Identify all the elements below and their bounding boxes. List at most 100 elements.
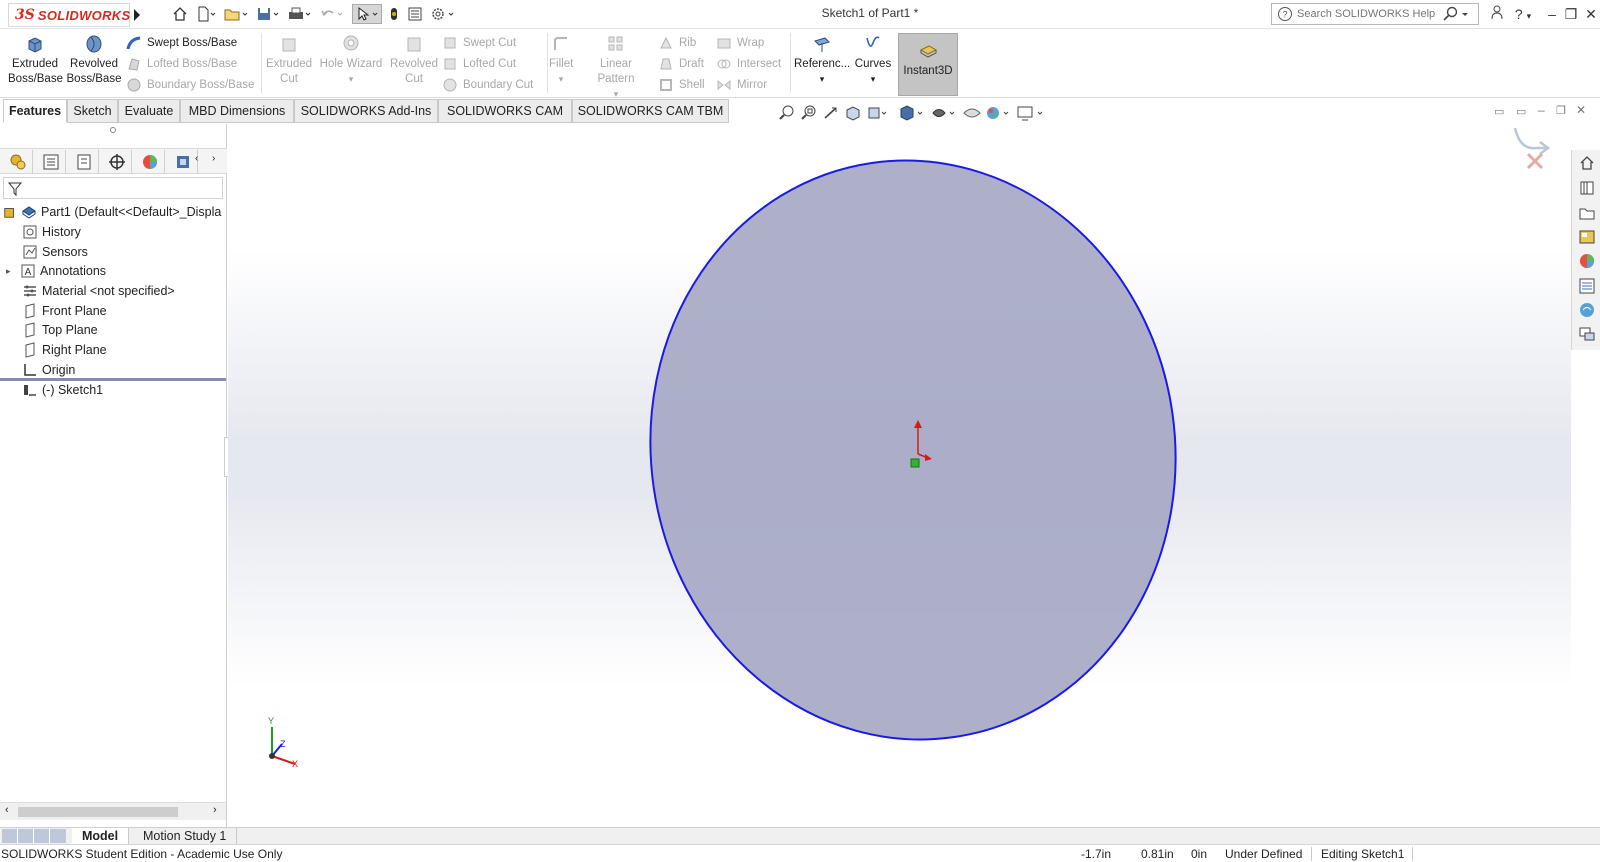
tabs-scroll-left-icon[interactable]: ‹: [195, 153, 198, 164]
tab-features[interactable]: Features: [3, 99, 67, 123]
tree-item-right-plane[interactable]: Right Plane: [22, 340, 107, 360]
intersect-button[interactable]: Intersect: [716, 55, 781, 73]
tree-item-history[interactable]: History: [22, 222, 81, 242]
options-gear-icon[interactable]: [428, 4, 458, 24]
viewport-close-icon[interactable]: ✕: [1576, 103, 1586, 117]
revolved-cut-button[interactable]: Revolved Cut: [388, 33, 440, 87]
appearances-icon[interactable]: [1578, 252, 1596, 270]
linear-pattern-button[interactable]: Linear Pattern ▾: [580, 33, 652, 102]
graphics-area[interactable]: Y X Z: [228, 124, 1571, 827]
exit-sketch-icon[interactable]: [1526, 152, 1544, 170]
restore-icon[interactable]: ❐: [1562, 4, 1580, 24]
search-dropdown-icon[interactable]: [1460, 6, 1470, 22]
tree-item-sketch1[interactable]: (-) Sketch1: [22, 380, 103, 400]
edit-appearance-icon[interactable]: [984, 104, 1012, 122]
new-document-icon[interactable]: [194, 4, 218, 24]
menu-expand-icon[interactable]: [132, 5, 142, 25]
reference-geometry-button[interactable]: Referenc... ▾: [794, 33, 850, 87]
lofted-cut-button[interactable]: Lofted Cut: [442, 55, 516, 73]
configuration-manager-tab-icon[interactable]: [69, 150, 99, 173]
scrollbar-thumb[interactable]: [18, 807, 178, 817]
confirmation-corner[interactable]: [1513, 127, 1551, 170]
tab-solidworks-cam-tbm[interactable]: SOLIDWORKS CAM TBM: [572, 99, 729, 123]
user-account-icon[interactable]: [1488, 4, 1506, 24]
display-manager-tab-icon[interactable]: [135, 150, 165, 173]
search-icon[interactable]: [1442, 6, 1460, 22]
revolved-boss-button[interactable]: Revolved Boss/Base: [66, 33, 122, 87]
view-settings-icon[interactable]: [1016, 104, 1048, 122]
viewport-restore-icon[interactable]: ❐: [1556, 104, 1566, 117]
tab-solidworks-add-ins[interactable]: SOLIDWORKS Add-Ins: [294, 99, 438, 123]
view-palette-icon[interactable]: [1578, 228, 1596, 246]
viewport-tile-right-icon[interactable]: ▭: [1516, 105, 1526, 118]
home-icon[interactable]: [170, 4, 190, 24]
solidworks-forum-icon[interactable]: [1578, 301, 1596, 319]
viewport-minimize-icon[interactable]: –: [1538, 103, 1545, 117]
extruded-boss-button[interactable]: Extruded Boss/Base: [8, 33, 63, 87]
display-style-icon[interactable]: [930, 104, 958, 122]
help-search-box[interactable]: ?: [1271, 3, 1479, 25]
save-icon[interactable]: [254, 4, 282, 24]
fillet-dropdown-icon[interactable]: ▾: [559, 74, 564, 84]
draft-button[interactable]: Draft: [658, 55, 704, 73]
custom-properties-icon[interactable]: [1578, 277, 1596, 295]
linear-pattern-dropdown-icon[interactable]: ▾: [614, 89, 619, 99]
tree-item-top-plane[interactable]: Top Plane: [22, 320, 98, 340]
select-icon[interactable]: [352, 4, 382, 24]
design-library-icon[interactable]: [1578, 179, 1596, 197]
lofted-boss-button[interactable]: Lofted Boss/Base: [126, 55, 237, 73]
next-tab-icon[interactable]: [34, 829, 50, 843]
rebuild-icon[interactable]: [386, 4, 402, 24]
dynamic-annotation-icon[interactable]: [866, 104, 888, 122]
tree-filter-box[interactable]: [3, 177, 223, 199]
instant3d-button[interactable]: Instant3D: [898, 33, 958, 96]
horizontal-scrollbar[interactable]: ‹ ›: [0, 802, 226, 820]
tab-motion-study-1[interactable]: Motion Study 1: [133, 828, 238, 845]
property-manager-tab-icon[interactable]: [36, 150, 66, 173]
wrap-button[interactable]: Wrap: [716, 34, 764, 52]
view-orientation-icon[interactable]: [898, 104, 926, 122]
reference-dropdown-icon[interactable]: ▾: [820, 74, 825, 84]
file-properties-icon[interactable]: [405, 4, 425, 24]
tree-item-front-plane[interactable]: Front Plane: [22, 301, 107, 321]
boundary-cut-button[interactable]: Boundary Cut: [442, 76, 533, 94]
previous-tab-icon[interactable]: [18, 829, 34, 843]
panel-collapse-handle[interactable]: [110, 127, 116, 133]
open-document-icon[interactable]: [222, 4, 250, 24]
feature-manager-tab-icon[interactable]: [3, 150, 33, 173]
tab-solidworks-cam[interactable]: SOLIDWORKS CAM: [438, 99, 572, 123]
print-icon[interactable]: [286, 4, 314, 24]
solidworks-logo[interactable]: 3S SOLIDWORKS: [8, 3, 130, 27]
tree-item-part[interactable]: Part1 (Default<<Default>_Displa: [3, 202, 221, 222]
swept-cut-button[interactable]: Swept Cut: [442, 34, 516, 52]
tab-evaluate[interactable]: Evaluate: [118, 99, 180, 123]
boundary-boss-button[interactable]: Boundary Boss/Base: [126, 76, 254, 94]
tabs-scroll-right-icon[interactable]: ›: [212, 153, 215, 164]
curves-button[interactable]: Curves ▾: [852, 33, 894, 87]
tree-item-origin[interactable]: Origin: [22, 360, 75, 380]
tab-mbd-dimensions[interactable]: MBD Dimensions: [180, 99, 294, 123]
sketch-circle[interactable]: [613, 126, 1213, 773]
hole-wizard-button[interactable]: Hole Wizard ▾: [318, 33, 384, 87]
extruded-cut-button[interactable]: Extruded Cut: [264, 33, 314, 87]
first-tab-icon[interactable]: [2, 829, 18, 843]
zoom-to-area-icon[interactable]: [800, 104, 818, 122]
hole-wizard-dropdown-icon[interactable]: ▾: [349, 74, 354, 84]
dimxpert-manager-tab-icon[interactable]: [102, 150, 132, 173]
hide-show-items-icon[interactable]: [962, 104, 982, 122]
scroll-right-icon[interactable]: ›: [213, 804, 217, 816]
minimize-icon[interactable]: –: [1543, 4, 1561, 24]
mirror-button[interactable]: Mirror: [716, 76, 767, 94]
tab-sketch[interactable]: Sketch: [67, 99, 118, 123]
undo-icon[interactable]: [318, 4, 346, 24]
zoom-to-fit-icon[interactable]: [778, 104, 796, 122]
tree-item-annotations[interactable]: ▸ A Annotations: [6, 261, 106, 281]
curves-dropdown-icon[interactable]: ▾: [871, 74, 876, 84]
tab-model[interactable]: Model: [72, 828, 130, 845]
scroll-left-icon[interactable]: ‹: [5, 804, 9, 816]
help-search-input[interactable]: [1297, 8, 1442, 20]
file-explorer-icon[interactable]: [1578, 204, 1596, 222]
cam-feature-tree-tab-icon[interactable]: [168, 150, 198, 173]
close-icon[interactable]: ✕: [1582, 4, 1600, 24]
expand-arrow-icon[interactable]: ▸: [6, 266, 20, 277]
